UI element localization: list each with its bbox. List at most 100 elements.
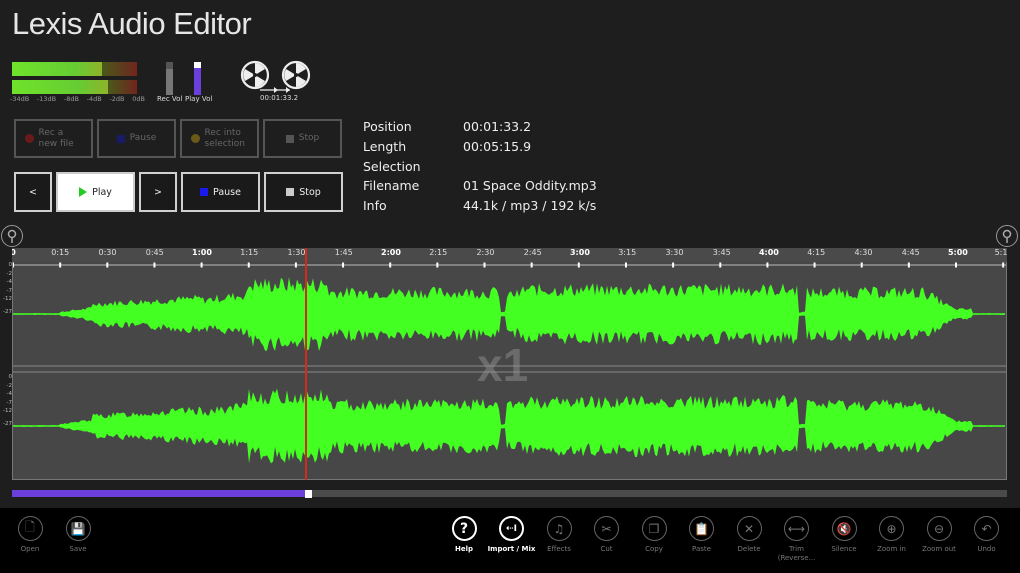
- app-bar-label: Effects: [547, 545, 571, 553]
- tick-mark: [483, 262, 486, 268]
- rec-vol-slider[interactable]: [166, 62, 173, 95]
- open-file-icon: 🗋: [17, 516, 43, 541]
- button-label: Stop: [299, 186, 321, 198]
- play-vol-slider[interactable]: [194, 62, 201, 95]
- app-bar-label: Cut: [600, 545, 613, 553]
- stop-icon: [285, 134, 294, 143]
- play-vol-label: Play Vol: [185, 95, 213, 103]
- copy-icon: ❐: [641, 516, 667, 541]
- end-marker-pin[interactable]: [996, 225, 1018, 247]
- tick-mark: [247, 262, 250, 268]
- paste-button[interactable]: 📋 Paste: [676, 516, 728, 554]
- db-tick-label: -27: [3, 308, 12, 315]
- undo-button[interactable]: ↶ Undo: [961, 516, 1013, 554]
- tick-label: 5:00: [947, 248, 968, 257]
- db-tick-label: -2: [6, 382, 12, 389]
- tick-mark: [907, 262, 910, 268]
- tick-mark: [577, 262, 580, 268]
- trim-reverse-button[interactable]: ⟷ Trim (Reverse...: [771, 516, 823, 563]
- delete-button[interactable]: ✕ Delete: [723, 516, 775, 554]
- tick-mark: [153, 262, 156, 268]
- prev-button[interactable]: <: [14, 172, 52, 212]
- silence-button[interactable]: 🔇 Silence: [818, 516, 870, 554]
- tick-label: 3:00: [569, 248, 590, 257]
- app-bar-label: Silence: [831, 545, 857, 553]
- app-bar-label: Copy: [645, 545, 663, 553]
- zoom-level-label: x1: [477, 339, 529, 391]
- timeline-ruler[interactable]: 0 0:15 0:30 0:45 1:00 1:15 1:30 1:45 2:00 2:15 2:3…: [10, 248, 1007, 262]
- rec-stop-button[interactable]: Stop: [263, 119, 342, 158]
- db-tick-label: -4: [6, 279, 12, 285]
- pause-button[interactable]: Pause: [181, 172, 260, 212]
- meter-rest: [102, 62, 137, 76]
- undo-icon: ↶: [974, 516, 999, 541]
- play-icon: [79, 187, 88, 197]
- tick-label: 0:30: [98, 248, 117, 257]
- save-button[interactable]: 💾 Save: [52, 516, 104, 554]
- tick-mark: [672, 262, 675, 268]
- delete-icon: ✕: [736, 516, 762, 541]
- app-bar-label: Zoom in: [877, 545, 906, 553]
- tick-mark: [624, 262, 627, 268]
- info-value: 44.1k / mp3 / 192 k/s: [463, 198, 597, 214]
- help-button[interactable]: ? Help: [438, 516, 490, 554]
- button-label: Play: [92, 186, 112, 198]
- info-label: Filename: [363, 178, 420, 194]
- paste-icon: 📋: [689, 516, 714, 541]
- copy-button[interactable]: ❐ Copy: [628, 516, 680, 554]
- trim-icon: ⟷: [784, 516, 809, 541]
- save-icon: 💾: [65, 516, 91, 541]
- scissors-icon: ✂: [594, 516, 619, 541]
- rec-vol-label: Rec Vol: [157, 95, 183, 103]
- app-bar-label: Help: [454, 545, 474, 553]
- db-gutter: 0 -2 -4 -7 -12 -27 0 -2 -4 -7 -12 -27: [0, 248, 12, 480]
- meter-fill: [12, 62, 102, 76]
- progress-thumb[interactable]: [304, 489, 312, 498]
- rec-into-selection-button[interactable]: Rec into selection: [180, 119, 259, 158]
- rec-pause-button[interactable]: Pause: [97, 119, 176, 158]
- tick-label: 2:30: [476, 248, 495, 257]
- effects-button[interactable]: ♫ Effects: [533, 516, 585, 554]
- button-label: Stop: [298, 133, 320, 143]
- pin-icon: [7, 229, 17, 243]
- button-label: <: [29, 186, 37, 198]
- rec-vol-fill: [166, 68, 173, 95]
- next-button[interactable]: >: [139, 172, 177, 212]
- cut-button[interactable]: ✂ Cut: [581, 516, 633, 554]
- playhead[interactable]: [304, 248, 307, 480]
- open-button[interactable]: 🗋 Open: [4, 516, 56, 554]
- app-bar-label: Trim (Reverse...: [777, 545, 816, 562]
- app-bar-label: Open: [20, 545, 40, 553]
- progress-track[interactable]: [12, 489, 1007, 498]
- level-meter-left: [12, 62, 137, 76]
- app-bar-label: Import / Mix: [487, 545, 536, 553]
- db-label: -2dB: [109, 95, 125, 103]
- pause-icon: [116, 134, 125, 143]
- play-button[interactable]: Play: [56, 172, 135, 212]
- zoom-in-icon: ⊕: [879, 516, 904, 541]
- tape-reels-icon: [240, 60, 311, 93]
- db-tick-label: 0: [8, 262, 13, 268]
- db-tick-label: -7: [6, 287, 12, 294]
- tick-mark: [342, 262, 345, 268]
- button-label: Rec into selection: [204, 127, 245, 149]
- info-row-position: Position 00:01:33.2: [363, 119, 663, 139]
- app-bar: 🗋 Open 💾 Save ? Help ⇠I Import / Mix ♫ Effects ✂ Cu…: [0, 508, 1020, 573]
- db-scale: -34dB -13dB -8dB -4dB -2dB 0dB: [10, 95, 145, 103]
- info-row-info: Info 44.1k / mp3 / 192 k/s: [363, 198, 663, 218]
- tick-label: 1:30: [287, 248, 306, 257]
- tick-mark: [955, 262, 958, 268]
- info-value: 00:01:33.2: [463, 119, 532, 134]
- zoom-in-button[interactable]: ⊕ Zoom in: [866, 516, 918, 554]
- zoom-out-button[interactable]: ⊖ Zoom out: [913, 516, 965, 554]
- tick-label: 4:15: [807, 248, 826, 257]
- rec-new-file-button[interactable]: Rec a new file: [14, 119, 93, 158]
- tick-label: 4:30: [854, 248, 873, 257]
- tick-mark: [719, 262, 722, 268]
- start-marker-pin[interactable]: [1, 225, 23, 247]
- import-mix-button[interactable]: ⇠I Import / Mix: [486, 516, 538, 554]
- tick-mark: [860, 262, 863, 268]
- tick-label: 2:15: [429, 248, 448, 257]
- stop-button[interactable]: Stop: [264, 172, 343, 212]
- tick-label: 3:45: [712, 248, 731, 257]
